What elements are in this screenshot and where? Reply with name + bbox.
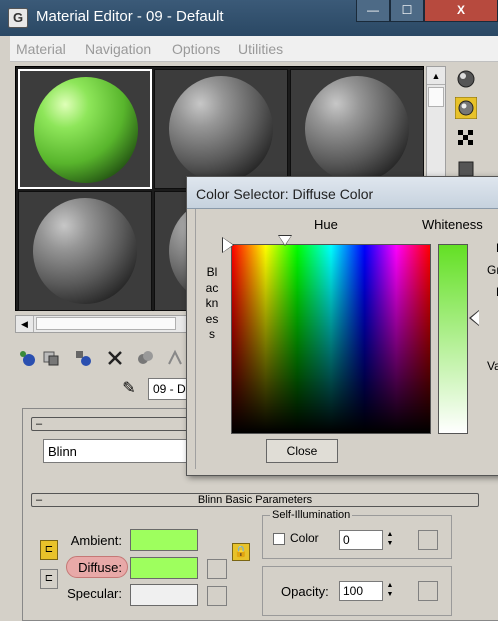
color-selector-body: Hue Whiteness Blackness R Gr B Va Close <box>195 209 498 469</box>
assign-to-selection-icon[interactable] <box>73 348 93 368</box>
scroll-left-icon[interactable]: ◀ <box>16 316 34 332</box>
specular-color-swatch[interactable] <box>130 584 198 606</box>
title-bar: G Material Editor - 09 - Default — ☐ X <box>0 0 498 36</box>
self-illum-spinner[interactable]: ▲ ▼ <box>385 530 395 550</box>
make-unique-icon[interactable] <box>135 348 155 368</box>
sample-slot-4[interactable] <box>18 191 152 311</box>
put-to-scene-icon[interactable] <box>41 348 61 368</box>
menu-bar: Material Navigation Options Utilities <box>10 36 498 62</box>
whiteness-label: Whiteness <box>422 217 483 232</box>
blinn-basic-rollout[interactable]: – Blinn Basic Parameters <box>31 493 479 507</box>
menu-utilities[interactable]: Utilities <box>238 41 283 57</box>
lock-diffuse-specular-map-icon[interactable]: ⊏ <box>40 569 58 589</box>
ambient-color-swatch[interactable] <box>130 529 198 551</box>
self-illum-color-checkbox[interactable] <box>273 533 285 545</box>
menu-navigation[interactable]: Navigation <box>85 41 151 57</box>
color-selector-title: Color Selector: Diffuse Color <box>196 186 374 202</box>
blackness-cursor-inner <box>223 238 233 252</box>
backlight-icon[interactable] <box>454 96 478 120</box>
sample-sphere <box>169 76 273 182</box>
maximize-button[interactable]: ☐ <box>390 0 424 22</box>
lock-ambient-diffuse-map-icon[interactable]: ⊏ <box>40 540 58 560</box>
diffuse-color-swatch[interactable] <box>130 557 198 579</box>
opacity-spinner[interactable]: ▲ ▼ <box>385 581 395 601</box>
get-material-icon[interactable] <box>17 348 37 368</box>
minimize-button[interactable]: — <box>356 0 390 22</box>
menu-material[interactable]: Material <box>16 41 66 57</box>
material-toolbar <box>15 346 195 370</box>
hue-cursor-inner <box>279 236 291 245</box>
close-button[interactable]: X <box>424 0 498 22</box>
specular-label: Specular: <box>67 586 122 601</box>
close-button[interactable]: Close <box>266 439 338 463</box>
app-icon: G <box>8 8 28 28</box>
blackness-label: Blackness <box>205 265 219 341</box>
whiteness-cursor-inner <box>471 311 479 325</box>
reset-map-icon[interactable] <box>105 348 125 368</box>
hue-label: Hue <box>314 217 338 232</box>
diffuse-label: Diffuse: <box>78 560 122 575</box>
background-checker-icon[interactable] <box>455 127 477 149</box>
menu-options[interactable]: Options <box>172 41 220 57</box>
ambient-label: Ambient: <box>70 533 122 548</box>
rollout-title: Blinn Basic Parameters <box>197 494 313 506</box>
green-label: Gr <box>487 263 498 277</box>
shader-type-dropdown[interactable]: Blinn <box>43 439 189 463</box>
opacity-label: Opacity: <box>281 584 329 599</box>
eyedropper-icon[interactable]: ✎ <box>118 378 140 400</box>
sample-slot-1[interactable] <box>18 69 152 189</box>
lock-icon[interactable]: 🔒 <box>232 543 250 561</box>
put-to-library-icon[interactable] <box>165 348 185 368</box>
self-illum-value-input[interactable]: 0 <box>339 530 383 550</box>
diffuse-map-button[interactable] <box>207 559 227 579</box>
sample-sphere <box>34 77 138 183</box>
self-illum-color-label: Color <box>290 531 319 545</box>
sample-slot-2[interactable] <box>154 69 288 189</box>
opacity-value-input[interactable]: 100 <box>339 581 383 601</box>
collapse-icon: – <box>36 418 43 430</box>
scroll-up-icon[interactable]: ▲ <box>427 67 445 85</box>
sample-slot-3[interactable] <box>290 69 424 189</box>
scroll-thumb[interactable] <box>428 87 444 107</box>
self-illumination-label: Self-Illumination <box>270 509 353 521</box>
scroll-thumb[interactable] <box>36 317 176 330</box>
window-title: Material Editor - 09 - Default <box>36 8 224 25</box>
sample-sphere <box>33 198 137 304</box>
opacity-map-button[interactable] <box>418 581 438 601</box>
hue-blackness-field[interactable] <box>231 244 431 434</box>
sample-type-sphere-icon[interactable] <box>455 68 477 90</box>
whiteness-bar[interactable] <box>438 244 468 434</box>
horizontal-scrollbar[interactable]: ◀ <box>15 315 215 333</box>
color-selector-dialog: Color Selector: Diffuse Color Hue Whiten… <box>186 176 498 476</box>
specular-map-button[interactable] <box>207 586 227 606</box>
self-illum-map-button[interactable] <box>418 530 438 550</box>
collapse-icon: – <box>36 494 43 506</box>
color-selector-titlebar[interactable]: Color Selector: Diffuse Color <box>187 177 498 209</box>
value-label: Va <box>487 359 498 373</box>
sample-sphere <box>305 76 409 182</box>
